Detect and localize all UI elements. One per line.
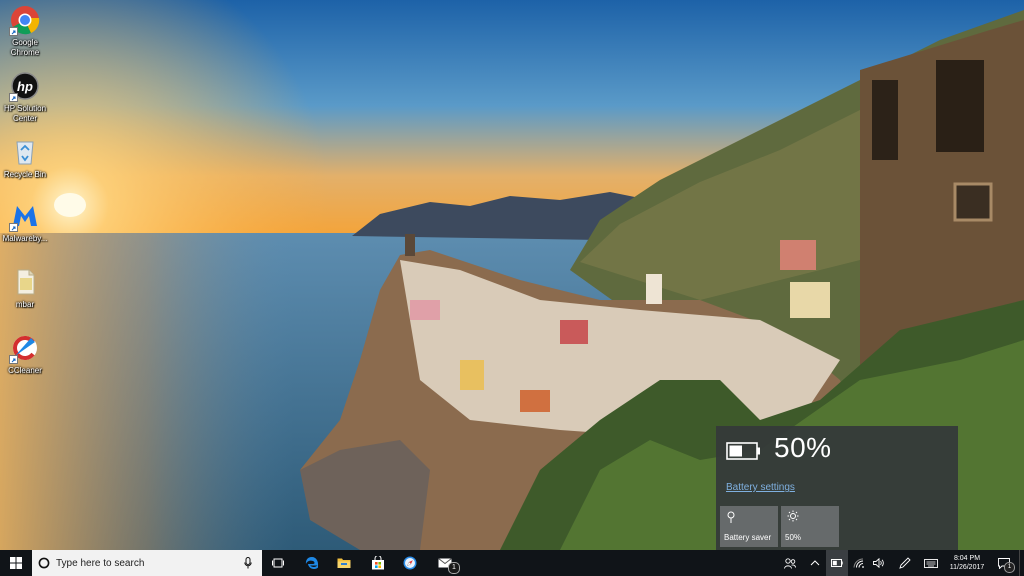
pen-icon [899,557,911,569]
touch-keyboard-button[interactable] [920,550,942,576]
taskbar-file-explorer[interactable] [332,550,356,576]
action-center-button[interactable]: 1 [992,550,1016,576]
battery-icon [726,442,760,460]
brightness-label: 50% [785,533,802,542]
brightness-icon [787,510,799,522]
desktop-icon-label: mbar [15,300,35,309]
svg-text:hp: hp [17,79,33,94]
malwarebytes-icon [9,200,41,232]
wifi-icon [853,558,864,568]
battery-tray-icon [831,559,843,567]
desktop-icon-ccleaner[interactable]: CCleaner [2,332,48,376]
notification-badge: 1 [1004,562,1015,573]
clock-button[interactable]: 8:04 PM 11/26/2017 [944,550,990,576]
safari-icon [403,556,417,570]
clock-time: 8:04 PM [953,555,981,562]
battery-saver-icon [727,511,735,523]
ccleaner-icon [9,332,41,364]
desktop-icon-label: CCleaner [8,366,42,375]
battery-percent: 50% [774,432,832,463]
taskbar-store[interactable] [366,550,390,576]
microphone-icon[interactable] [244,557,252,569]
file-icon [9,266,41,298]
network-button[interactable] [850,550,868,576]
file-explorer-icon [337,558,351,568]
battery-saver-label: Battery saver [724,533,772,542]
edge-icon [305,557,319,569]
hp-icon: hp [9,70,41,102]
taskbar-edge[interactable] [300,550,324,576]
chrome-icon [9,4,41,36]
store-icon [372,556,384,570]
desktop-icon-mbar[interactable]: mbar [2,266,48,310]
recycle-bin-icon [9,136,41,168]
battery-settings-link[interactable]: Battery settings [726,482,795,493]
show-desktop-button[interactable] [1019,550,1024,576]
search-placeholder: Type here to search [56,557,145,569]
speaker-icon [873,558,884,568]
desktop-icon-malwarebytes[interactable]: Malwareby... [2,200,48,244]
task-view-icon [272,558,284,568]
desktop-icon-label: HP Solution Center [3,104,47,123]
battery-tray-button[interactable] [826,550,848,576]
cortana-icon [38,557,50,569]
battery-saver-tile[interactable]: Battery saver [720,506,778,547]
desktop-icon-hp-solution-center[interactable]: hp HP Solution Center [2,70,48,124]
start-button[interactable] [0,550,32,576]
taskbar-safari[interactable] [398,550,422,576]
windows-icon [10,557,22,569]
brightness-tile[interactable]: 50% [781,506,839,547]
show-hidden-icons-button[interactable] [806,550,824,576]
volume-button[interactable] [870,550,888,576]
people-button[interactable] [780,550,800,576]
keyboard-icon [924,558,938,568]
pen-workspace-button[interactable] [896,550,914,576]
mail-badge: 1 [448,562,460,574]
desktop-icon-label: Google Chrome [10,38,40,57]
taskbar-mail[interactable]: 1 [432,550,460,576]
chevron-up-icon [810,560,820,566]
clock-date: 11/26/2017 [949,564,985,571]
taskbar: Type here to search 1 8:04 PM 11/26/2017… [0,550,1024,576]
desktop-icon-label: Recycle Bin [3,170,47,179]
battery-flyout: 50% Battery settings Battery saver 50% [716,426,958,550]
search-box[interactable]: Type here to search [32,550,262,576]
task-view-button[interactable] [266,550,290,576]
desktop-icon-chrome[interactable]: Google Chrome [2,4,48,58]
people-icon [784,557,796,569]
desktop-icon-label: Malwareby... [2,234,48,243]
desktop-icon-recycle-bin[interactable]: Recycle Bin [2,136,48,180]
